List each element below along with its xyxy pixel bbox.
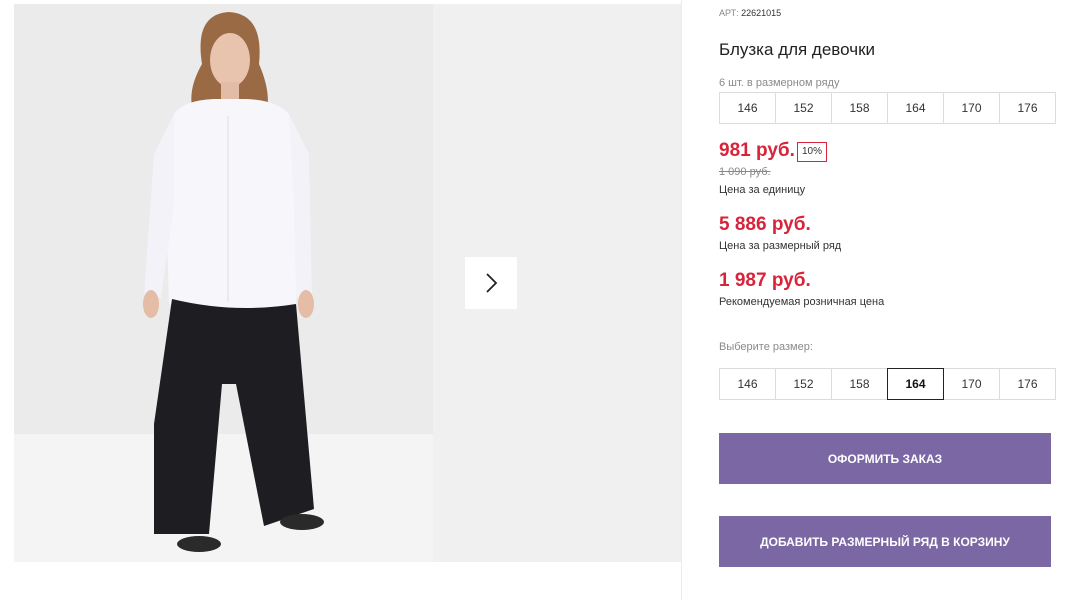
chevron-right-icon: [486, 273, 498, 293]
size-option[interactable]: 152: [775, 368, 832, 400]
article-value: 22621015: [741, 8, 782, 18]
discount-badge: 10%: [797, 142, 828, 162]
unit-price-caption: Цена за единицу: [719, 184, 806, 196]
size-row-item: 158: [831, 92, 888, 124]
product-photo[interactable]: [14, 4, 433, 562]
size-row-item: 152: [775, 92, 832, 124]
size-row-price-caption: Цена за размерный ряд: [719, 240, 842, 252]
next-image-button[interactable]: [465, 257, 517, 309]
size-row-item: 170: [943, 92, 1000, 124]
recommended-retail-price: 1 987 руб.: [719, 270, 811, 291]
recommended-retail-price-caption: Рекомендуемая розничная цена: [719, 296, 885, 308]
order-button[interactable]: ОФОРМИТЬ ЗАКАЗ: [719, 433, 1051, 484]
size-selector: 146 152 158 164 170 176: [719, 368, 1056, 400]
choose-size-label: Выберите размер:: [719, 341, 813, 353]
size-row-price: 5 886 руб.: [719, 214, 811, 235]
size-row-label: 6 шт. в размерном ряду: [719, 77, 840, 89]
column-divider: [681, 0, 682, 600]
size-row-item: 146: [719, 92, 776, 124]
model-illustration: [14, 4, 433, 562]
size-option[interactable]: 176: [999, 368, 1056, 400]
product-title: Блузка для девочки: [719, 40, 876, 59]
old-price: 1 090 руб.: [719, 166, 771, 178]
article-label: АРТ:: [719, 8, 739, 18]
product-gallery: [0, 0, 681, 600]
size-row-item: 176: [999, 92, 1056, 124]
size-option[interactable]: 146: [719, 368, 776, 400]
size-row-item: 164: [887, 92, 944, 124]
unit-price: 981 руб.: [719, 140, 795, 161]
size-row-list: 146 152 158 164 170 176: [719, 92, 1056, 124]
size-option[interactable]: 170: [943, 368, 1000, 400]
size-option-selected[interactable]: 164: [887, 368, 944, 400]
article-number: АРТ: 22621015: [719, 8, 781, 18]
size-option[interactable]: 158: [831, 368, 888, 400]
add-size-row-to-cart-button[interactable]: ДОБАВИТЬ РАЗМЕРНЫЙ РЯД В КОРЗИНУ: [719, 516, 1051, 567]
